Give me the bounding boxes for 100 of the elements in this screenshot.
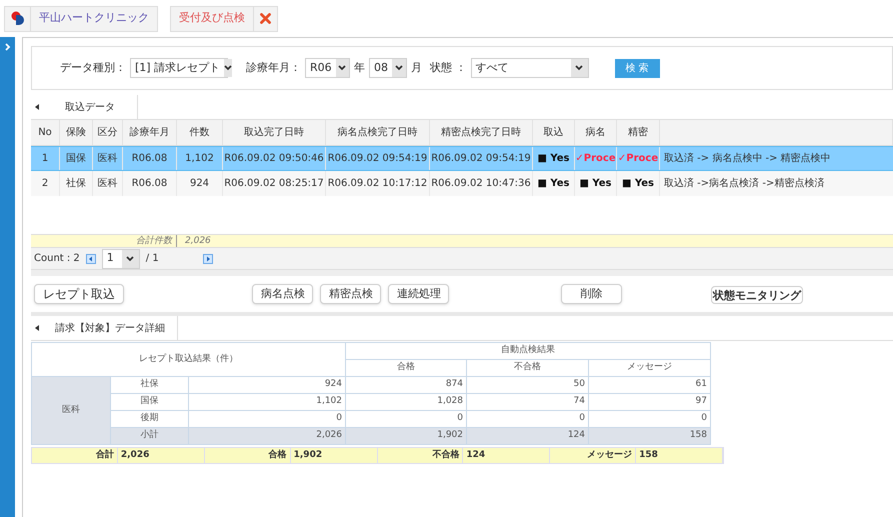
table-cell: 874 [346,377,467,394]
month-select[interactable]: 08 [369,58,407,78]
table-cell: 1,102 [177,147,223,170]
chevron-down-icon [224,65,232,71]
column-header: 保険 [60,120,93,145]
summary-value: 1,902 [290,448,378,463]
summary-label: 不合格 [378,448,464,463]
table-cell: 74 [467,394,589,411]
table-cell: 0 [189,411,346,428]
row-header: 国保 [111,394,189,411]
receipt-import-button[interactable]: レセプト取込 [34,284,124,304]
summary-value: 2,026 [118,448,205,463]
status-label: 状態 ： [430,60,466,76]
table-cell: R06.09.02 10:17:12 [326,171,430,196]
table-cell: 1 [31,147,60,170]
table-cell: 医科 [93,171,123,196]
table-row[interactable]: 1 国保 医科 R06.08 1,102 R06.09.02 09:50:46 R06.09.02 09:54:19 R06.09.02 09:54:19 ■ Yes ✓Proce ✓Proce 取込済 -> 病名点検中 -> 精密点検中 [31,146,893,171]
column-header: 取込完了日時 [223,120,326,145]
collapse-arrow-icon[interactable] [35,325,39,331]
chevron-down-icon [395,65,403,71]
table-cell: 国保 [60,147,93,170]
table-cell: 0 [589,411,711,428]
table-cell: 158 [589,428,711,445]
action-button[interactable]: 病名点検 [252,284,313,304]
chevron-right-icon [4,43,10,51]
column-header: 取込 [533,120,575,145]
close-icon[interactable] [260,13,271,24]
table-cell: R06.09.02 10:47:36 [430,171,533,196]
page-total: / 1 [146,252,159,266]
progress-status: 取込済 -> 病名点検中 -> 精密点検中 [663,152,832,166]
table-cell: 1,028 [346,394,467,411]
action-button[interactable]: 精密点検 [320,284,381,304]
table-cell: 医科 [93,147,123,170]
chevron-down-icon [338,65,346,71]
category-cell: 医科 [32,377,111,445]
table-cell: 50 [467,377,589,394]
table-cell: R06.08 [123,171,177,196]
table-cell: 1,902 [346,428,467,445]
summary-label: メッセージ [550,448,636,463]
status-flag: ✓Proce [575,147,617,170]
status-flag: ■ Yes [575,171,617,196]
summary-value: 124 [463,448,550,463]
column-header: 区分 [93,120,123,145]
table-cell: 924 [177,171,223,196]
row-header: 後期 [111,411,189,428]
total-label: 合計件数 [31,235,177,247]
table-cell: 2,026 [189,428,346,445]
progress-status: 取込済 ->病名点検済 ->精密点検済 [663,176,826,191]
table-cell: 61 [589,377,711,394]
status-flag: ■ Yes [533,171,575,196]
chevron-down-icon [575,65,583,71]
year-unit: 年 [354,60,365,76]
table-row[interactable]: 2 社保 医科 R06.08 924 R06.09.02 08:25:17 R06.09.02 10:17:12 R06.09.02 10:47:36 ■ Yes ■ Yes ■ Yes 取込済 ->病名点検済 ->精密点検済 [31,171,893,196]
month-label: 診療年月： [246,60,301,76]
column-header: 診療年月 [123,120,177,145]
column-header: 病名点検完了日時 [326,120,430,145]
chevron-down-icon [126,256,134,262]
page-select[interactable]: 1 [102,248,140,268]
table-cell: 2 [31,171,60,196]
row-header: 小計 [111,428,189,445]
year-select[interactable]: R06 [305,58,350,78]
action-button[interactable]: 連続処理 [388,284,449,304]
logo-icon [10,11,24,26]
month-unit: 月 [411,60,422,76]
check-result-header: 自動点検結果 [346,343,711,360]
table-cell: 97 [589,394,711,411]
summary-label: 合計 [32,448,118,463]
column-header: 件数 [177,120,223,145]
clinic-tab[interactable]: 平山ハートクリニック [4,6,158,32]
table-cell: R06.09.02 09:54:19 [430,147,533,170]
column-header: No [31,120,60,145]
data-type-label: データ種別： [60,60,126,76]
record-count: Count : 2 [34,252,80,266]
table-cell: 1,102 [189,394,346,411]
status-monitoring-button[interactable]: 状態モニタリング [711,286,803,304]
table-cell: 924 [189,377,346,394]
status-select[interactable]: すべて [470,58,588,78]
column-header: 病名 [575,120,617,145]
column-header: 精密点検完了日時 [430,120,533,145]
next-page-icon[interactable] [202,254,213,264]
status-flag: ■ Yes [617,171,660,196]
status-flag: ■ Yes [533,147,575,170]
previous-page-icon[interactable] [86,254,96,264]
total-value: 2,026 [184,235,211,247]
collapse-arrow-icon[interactable] [35,104,39,110]
table-cell: 124 [467,428,589,445]
row-header: 社保 [111,377,189,394]
table-cell: 0 [467,411,589,428]
status-flag: ✓Proce [617,147,660,170]
table-cell: R06.08 [123,147,177,170]
table-cell: R06.09.02 09:50:46 [223,147,326,170]
column-header: 精密 [617,120,660,145]
side-panel-toggle[interactable] [0,37,15,517]
table-cell: 社保 [60,171,93,196]
table-cell: 0 [346,411,467,428]
summary-value: 158 [636,448,723,463]
summary-label: 合格 [204,448,291,463]
delete-button[interactable]: 削除 [561,284,622,304]
table-cell: R06.09.02 09:54:19 [326,147,430,170]
table-cell: R06.09.02 08:25:17 [223,171,326,196]
